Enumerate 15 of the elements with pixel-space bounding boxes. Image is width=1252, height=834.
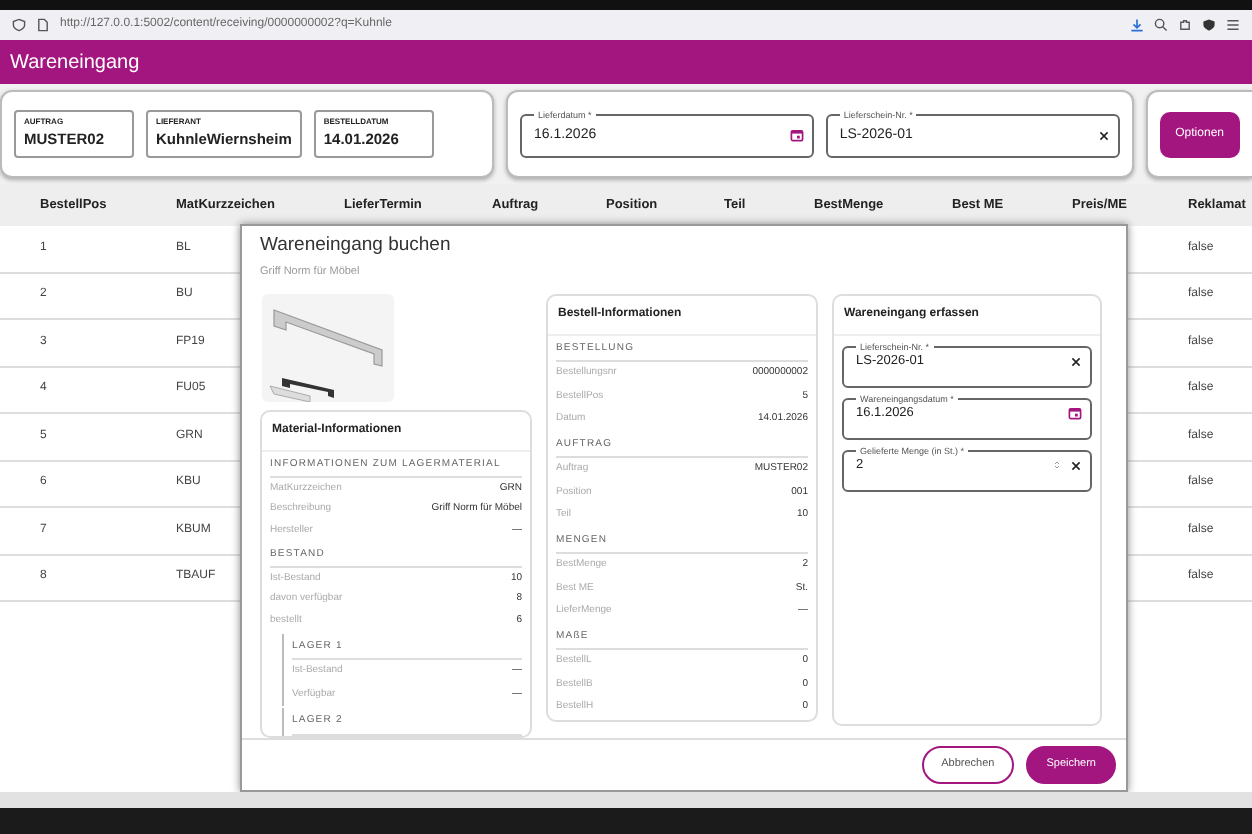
spinner-icon[interactable] <box>1052 460 1062 471</box>
close-icon[interactable] <box>1097 129 1110 142</box>
shield-icon <box>12 18 26 32</box>
page-title: Wareneingang <box>10 49 140 77</box>
close-icon[interactable] <box>1070 459 1082 472</box>
download-icon <box>1130 18 1144 32</box>
dialog-title: Wareneingang buchen <box>258 232 453 260</box>
close-icon[interactable] <box>1070 355 1082 368</box>
calendar-icon[interactable] <box>1068 406 1082 421</box>
search-icon[interactable] <box>1154 18 1168 32</box>
menu-icon[interactable] <box>1226 18 1240 32</box>
calendar-icon[interactable] <box>789 128 804 143</box>
puzzle-icon[interactable] <box>1178 18 1192 32</box>
page-icon <box>36 18 50 32</box>
shield-icon[interactable] <box>1202 18 1216 32</box>
